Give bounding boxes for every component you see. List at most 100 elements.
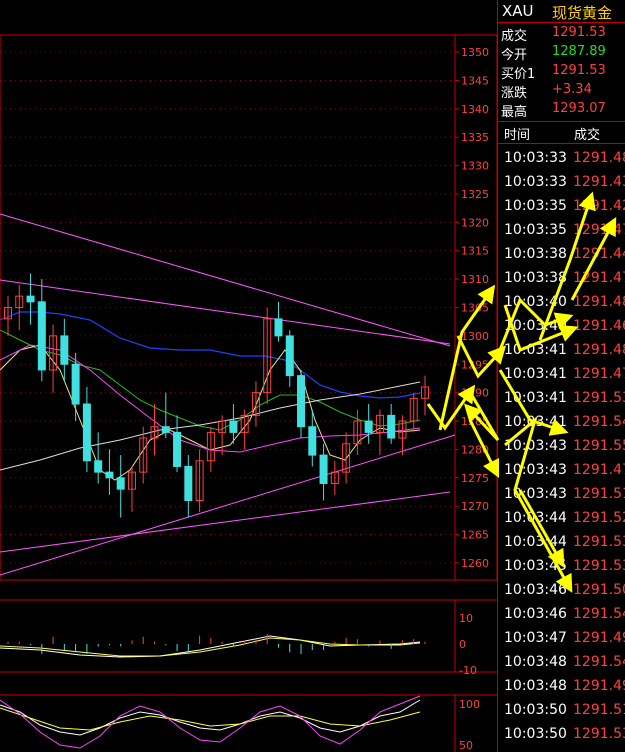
- tick-price: 1291.47: [573, 366, 625, 382]
- tick-row[interactable]: 10:03:41 1291.53: [498, 387, 625, 411]
- tick-price: 1291.54: [573, 654, 625, 670]
- ticks-header-time: 时间: [504, 128, 531, 143]
- tick-price: 1291.47: [573, 222, 625, 238]
- tick-row[interactable]: 10:03:35 1291.42: [498, 195, 625, 219]
- tick-row[interactable]: 10:03:40 1291.48: [498, 291, 625, 315]
- macd-tick-label: -10: [459, 664, 477, 677]
- quote-row: 买价1 1291.53: [498, 62, 625, 82]
- price-tick-label: 1300: [461, 330, 489, 343]
- candles: [4, 273, 429, 518]
- kdj-tick-label: 50: [459, 739, 473, 752]
- tick-price: 1291.51: [573, 702, 625, 718]
- tick-price: 1291.47: [573, 462, 625, 478]
- tick-row[interactable]: 10:03:43 1291.51: [498, 483, 625, 507]
- price-tick-label: 1315: [461, 245, 489, 258]
- candle-body: [94, 460, 103, 473]
- tick-row[interactable]: 10:03:50 1291.53: [498, 723, 625, 747]
- tick-row[interactable]: 10:03:41 1291.47: [498, 363, 625, 387]
- price-tick-label: 1265: [461, 529, 489, 542]
- tick-row[interactable]: 10:03:45 1291.53: [498, 555, 625, 579]
- price-tick-label: 1335: [461, 131, 489, 144]
- tick-time: 10:03:41: [504, 390, 567, 406]
- tick-row[interactable]: 10:03:44 1291.52: [498, 507, 625, 531]
- price-tick-label: 1295: [461, 358, 489, 371]
- quote-value: 1291.53: [552, 25, 606, 40]
- tick-row[interactable]: 10:03:46 1291.54: [498, 603, 625, 627]
- tick-row[interactable]: 10:03:40 1291.46: [498, 315, 625, 339]
- quote-row: 成交 1291.53: [498, 24, 625, 44]
- tick-row[interactable]: 10:03:43 1291.47: [498, 459, 625, 483]
- tick-time: 10:03:33: [504, 150, 567, 166]
- tick-price: 1291.49: [573, 630, 625, 646]
- indicator-axes: 100-1010050: [459, 612, 480, 752]
- tick-row[interactable]: 10:03:41 1291.48: [498, 339, 625, 363]
- tick-row[interactable]: 10:03:33 1291.48: [498, 147, 625, 171]
- tick-price: 1291.53: [573, 726, 625, 742]
- price-tick-label: 1350: [461, 46, 489, 59]
- tick-time: 10:03:46: [504, 606, 567, 622]
- trend-lines: [0, 213, 456, 576]
- tick-time: 10:03:35: [504, 198, 567, 214]
- tick-price: 1291.55: [573, 438, 625, 454]
- tick-row[interactable]: 10:03:41 1291.54: [498, 411, 625, 435]
- candle-body: [387, 414, 396, 439]
- tick-price: 1291.48: [573, 150, 625, 166]
- quote-value: +3.34: [552, 82, 592, 97]
- tick-time: 10:03:43: [504, 462, 567, 478]
- macd-panel: [0, 599, 497, 673]
- tick-row[interactable]: 10:03:38 1291.47: [498, 267, 625, 291]
- price-tick-label: 1310: [461, 273, 489, 286]
- candlestick-chart[interactable]: 1350 1345 1340 1335 1330 1325 1320 1315 1310 1305…: [0, 0, 497, 752]
- candle-body: [82, 403, 91, 462]
- tick-row[interactable]: 10:03:33 1291.43: [498, 171, 625, 195]
- candle-body: [60, 335, 69, 365]
- tick-row[interactable]: 10:03:44 1291.53: [498, 531, 625, 555]
- tick-time: 10:03:41: [504, 342, 567, 358]
- candle-body: [105, 471, 114, 479]
- tick-time: 10:03:48: [504, 654, 567, 670]
- tick-time: 10:03:40: [504, 318, 567, 334]
- price-axis: 1350 1345 1340 1335 1330 1325 1320 1315 1310 1305…: [455, 46, 489, 570]
- tick-price: 1291.48: [573, 342, 625, 358]
- quote-row: 涨跌 +3.34: [498, 81, 625, 101]
- candle-body: [173, 431, 182, 467]
- tick-row[interactable]: 10:03:38 1291.44: [498, 243, 625, 267]
- tick-row[interactable]: 10:03:47 1291.49: [498, 627, 625, 651]
- lower-trend-line: [0, 491, 451, 553]
- tick-time: 10:03:40: [504, 294, 567, 310]
- quote-row: 最高 1293.07: [498, 100, 625, 120]
- tick-row[interactable]: 10:03:46 1291.50: [498, 579, 625, 603]
- tick-price: 1291.44: [573, 246, 625, 262]
- candle-body: [285, 335, 294, 377]
- tick-time: 10:03:45: [504, 558, 567, 574]
- price-tick-label: 1325: [461, 188, 489, 201]
- price-tick-label: 1285: [461, 415, 489, 428]
- tick-time: 10:03:35: [504, 222, 567, 238]
- candle-body: [229, 420, 238, 433]
- tick-row[interactable]: 10:03:50 1291.51: [498, 699, 625, 723]
- ticks-header-price: 成交: [574, 128, 601, 143]
- tick-price: 1291.51: [573, 486, 625, 502]
- tick-time: 10:03:41: [504, 414, 567, 430]
- quote-value: 1291.53: [552, 63, 606, 78]
- price-tick-label: 1280: [461, 443, 489, 456]
- tick-price: 1291.50: [573, 582, 625, 598]
- price-tick-label: 1260: [461, 557, 489, 570]
- candle-body: [364, 420, 373, 433]
- rising-trend-line: [0, 434, 456, 576]
- tick-price: 1291.54: [573, 606, 625, 622]
- tick-row[interactable]: 10:03:35 1291.47: [498, 219, 625, 243]
- candle-body: [71, 363, 80, 405]
- tick-row[interactable]: 10:03:43 1291.55: [498, 435, 625, 459]
- quote-label: 买价1: [501, 67, 536, 82]
- macd-tick-label: 0: [459, 638, 466, 651]
- upper-trend-line: [0, 213, 451, 347]
- macd-dif-line: [0, 635, 421, 658]
- price-tick-label: 1330: [461, 160, 489, 173]
- divider: [498, 143, 625, 144]
- kdj-k-line: [0, 699, 421, 736]
- price-tick-label: 1270: [461, 500, 489, 513]
- tick-row[interactable]: 10:03:48 1291.54: [498, 651, 625, 675]
- tick-row[interactable]: 10:03:48 1291.49: [498, 675, 625, 699]
- candle-body: [297, 375, 306, 428]
